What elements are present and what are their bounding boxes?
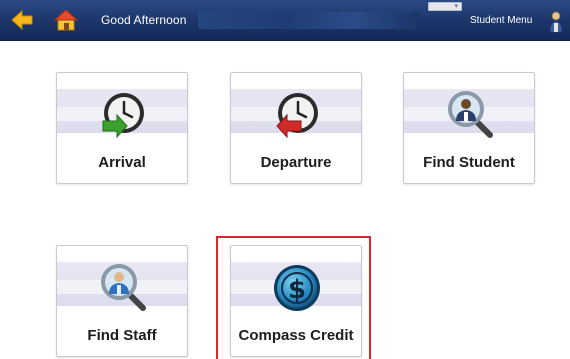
clock-arrival-icon	[102, 93, 144, 139]
svg-text:$: $	[288, 275, 306, 305]
back-button[interactable]	[10, 9, 34, 31]
clock-departure-icon	[276, 93, 318, 139]
search-student-icon	[448, 91, 493, 138]
header-dropdown[interactable]: ▾	[428, 2, 462, 11]
home-button[interactable]	[53, 9, 79, 31]
compass-credit-tile[interactable]: $ Compass Credit	[230, 245, 362, 357]
back-arrow-icon	[11, 9, 33, 31]
header-bar: Good Afternoon ▾ Student Menu	[0, 0, 570, 41]
departure-label: Departure	[260, 154, 332, 171]
arrival-tile[interactable]: Arrival	[56, 72, 188, 184]
student-menu-button[interactable]: Student Menu	[470, 15, 532, 26]
find-staff-label: Find Staff	[87, 327, 157, 344]
search-staff-icon	[101, 264, 146, 311]
home-icon	[53, 9, 79, 31]
arrival-label: Arrival	[98, 154, 146, 171]
find-student-label: Find Student	[423, 154, 515, 171]
user-icon[interactable]	[548, 10, 564, 34]
user-name-field	[198, 12, 420, 29]
departure-tile[interactable]: Departure	[230, 72, 362, 184]
compass-credit-label: Compass Credit	[238, 327, 354, 344]
find-student-tile[interactable]: Find Student	[403, 72, 535, 184]
find-staff-tile[interactable]: Find Staff	[56, 245, 188, 357]
greeting-text: Good Afternoon	[101, 13, 187, 27]
dollar-coin-icon: $	[274, 265, 320, 311]
